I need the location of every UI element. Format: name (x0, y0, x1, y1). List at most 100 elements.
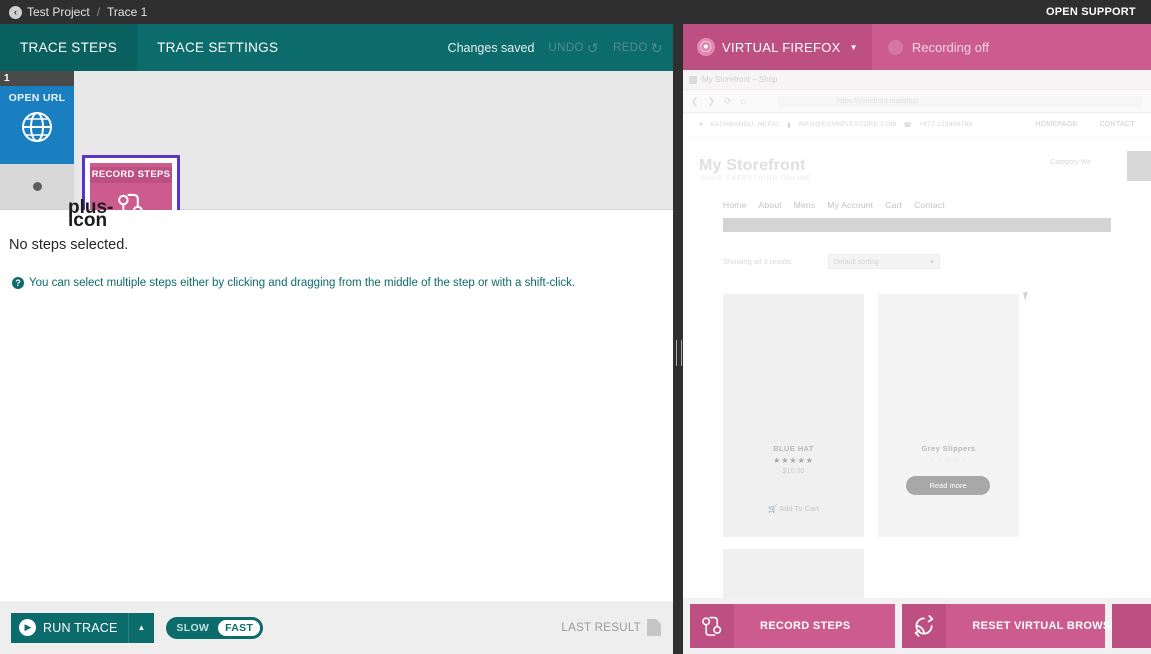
pin-icon: ● (699, 121, 703, 128)
record-steps-label: RECORD STEPS (734, 620, 876, 632)
record-steps-button[interactable]: RECORD STEPS (690, 604, 895, 648)
site-nav-mens[interactable]: Mens (794, 200, 816, 210)
run-trace-button[interactable]: ▶ RUN TRACE ▲ (11, 613, 154, 643)
product-price: $10.00 (723, 468, 864, 475)
firefox-icon: ⦿ (697, 38, 715, 56)
plus-icon[interactable]: plus-icon (68, 201, 83, 216)
pane-splitter[interactable] (673, 24, 683, 654)
reload-icon[interactable]: ⟳ (724, 96, 732, 107)
speed-slow-option[interactable]: SLOW (169, 620, 216, 636)
site-logo[interactable]: My Storefront (699, 157, 806, 175)
site-nav-cart[interactable]: Cart (885, 200, 902, 210)
breadcrumb-project[interactable]: Test Project (27, 5, 90, 19)
site-nav-contact[interactable]: Contact (914, 200, 945, 210)
top-bar: ‹ Test Project / Trace 1 OPEN SUPPORT (0, 0, 1151, 24)
site-info-bar: ● KATHMANDU, NEPAL ▮ INFO@EXAMPLESTORE.C… (683, 113, 1151, 137)
run-trace-label: RUN TRACE (36, 621, 128, 635)
sorting-select[interactable]: Default sorting (828, 254, 940, 269)
site-banner (723, 218, 1111, 232)
browser-viewport[interactable]: My Storefront – Shop ❮ ❯ ⟳ ⌂ https://sto… (683, 70, 1151, 598)
product-name: Grey Slippers (878, 444, 1019, 453)
recording-status[interactable]: Recording off (872, 24, 989, 70)
results-count: Showing all 3 results (723, 257, 792, 266)
product-name: BLUE HAT (723, 444, 864, 453)
step-detail-area: No steps selected. ? You can select mult… (0, 210, 673, 601)
virtual-browser-header: ⦿ VIRTUAL FIREFOX ▼ Recording off (683, 24, 1151, 70)
tab-bar: TRACE STEPS TRACE SETTINGS Changes saved… (0, 24, 673, 71)
step-number: 1 (0, 71, 74, 86)
tab-trace-settings[interactable]: TRACE SETTINGS (137, 24, 298, 71)
extra-action-button[interactable] (1112, 604, 1151, 648)
speed-fast-option[interactable]: FAST (218, 620, 260, 636)
undo-arc-icon: ↺ (587, 41, 599, 55)
shop-results-row: Showing all 3 results Default sorting (723, 254, 1111, 269)
step-footer (0, 164, 74, 209)
site-nav-about[interactable]: About (758, 200, 781, 210)
site-nav-home[interactable]: Home (723, 200, 746, 210)
browser-menu-icon[interactable] (689, 76, 697, 84)
site-top-links: HOMEPAGE CONTACT (1035, 121, 1135, 128)
site-phone: +977-123456789 (919, 121, 973, 128)
back-arrow-icon[interactable]: ‹ (9, 6, 22, 19)
product-grid-row-2 (723, 549, 1111, 598)
step-dot-icon[interactable] (33, 182, 42, 191)
search-icon[interactable] (1127, 151, 1151, 181)
cart-icon: 🛒 (768, 504, 777, 513)
speed-toggle[interactable]: SLOW FAST (166, 617, 263, 639)
read-more-button[interactable]: Read more (906, 476, 990, 495)
selection-hint-text: You can select multiple steps either by … (29, 277, 575, 289)
reset-virtual-browser-button[interactable]: RESET VIRTUAL BROWSER (902, 604, 1105, 648)
open-support-button[interactable]: OPEN SUPPORT (1046, 0, 1151, 24)
breadcrumb: ‹ Test Project / Trace 1 (0, 5, 147, 19)
breadcrumb-trace[interactable]: Trace 1 (107, 5, 147, 19)
record-steps-card-label: RECORD STEPS (90, 167, 172, 183)
forward-icon[interactable]: ❯ (708, 96, 716, 107)
mouse-cursor-icon (1023, 291, 1030, 300)
site-tagline: SHOP EVERYTHING ONLINE (701, 175, 811, 182)
redo-button[interactable]: REDO ↻ (613, 41, 663, 55)
virtual-browser-footer: RECORD STEPS RESET VIRTUAL BROWSER (683, 598, 1151, 654)
undo-button[interactable]: UNDO ↺ (548, 41, 599, 55)
browser-tab-title[interactable]: My Storefront – Shop (702, 75, 778, 84)
product-rating: ☆☆☆☆☆ (878, 456, 1019, 465)
selection-hint: ? You can select multiple steps either b… (0, 253, 673, 289)
left-pane: TRACE STEPS TRACE SETTINGS Changes saved… (0, 24, 673, 654)
add-to-cart-button[interactable]: 🛒 Add To Cart (723, 504, 864, 513)
bottom-toolbar: ▶ RUN TRACE ▲ SLOW FAST LAST RESULT (0, 601, 673, 654)
last-result-button[interactable]: LAST RESULT (561, 619, 661, 636)
site-link-homepage[interactable]: HOMEPAGE (1035, 121, 1077, 128)
product-card-blue-hat[interactable]: BLUE HAT ★★★★★ $10.00 🛒 Add To Cart (723, 294, 864, 537)
help-icon: ? (12, 277, 24, 289)
browser-tab-strip[interactable]: My Storefront – Shop (683, 70, 1151, 90)
home-icon[interactable]: ⌂ (741, 96, 746, 106)
redo-arc-icon: ↻ (651, 41, 663, 55)
play-icon: ▶ (19, 619, 36, 636)
tab-trace-steps[interactable]: TRACE STEPS (0, 24, 137, 71)
product-card-partial[interactable] (723, 549, 864, 598)
browser-nav-bar: ❮ ❯ ⟳ ⌂ https://storefront.test/shop (683, 90, 1151, 113)
site-category-label[interactable]: Category We (1050, 159, 1091, 166)
phone-icon: ☎ (903, 121, 911, 129)
record-steps-icon (690, 604, 734, 648)
reset-icon (902, 604, 946, 648)
splitter-grip-icon (676, 340, 682, 366)
site-location: KATHMANDU, NEPAL (710, 121, 780, 128)
product-grid: BLUE HAT ★★★★★ $10.00 🛒 Add To Cart Grey… (723, 294, 1111, 537)
redo-label: REDO (613, 42, 648, 54)
back-icon[interactable]: ❮ (691, 96, 699, 107)
url-input[interactable]: https://storefront.test/shop (777, 96, 1143, 107)
virtual-firefox-dropdown[interactable]: ⦿ VIRTUAL FIREFOX ▼ (683, 24, 872, 70)
recording-status-label: Recording off (912, 40, 989, 55)
chevron-up-icon[interactable]: ▲ (128, 613, 155, 643)
site-nav: Home About Mens My Account Cart Contact (683, 195, 1151, 215)
changes-saved-status: Changes saved (448, 41, 535, 55)
globe-icon (0, 110, 74, 144)
site-header: My Storefront SHOP EVERYTHING ONLINE Cat… (683, 137, 1151, 195)
product-card-grey-slippers[interactable]: Grey Slippers ☆☆☆☆☆ Read more (878, 294, 1019, 537)
virtual-firefox-label: VIRTUAL FIREFOX (722, 40, 841, 55)
extra-action-icon (1112, 604, 1151, 648)
step-label: OPEN URL (0, 86, 74, 104)
site-link-contact[interactable]: CONTACT (1100, 121, 1135, 128)
step-card-1[interactable]: 1 OPEN URL (0, 71, 74, 209)
site-nav-my-account[interactable]: My Account (827, 200, 873, 210)
